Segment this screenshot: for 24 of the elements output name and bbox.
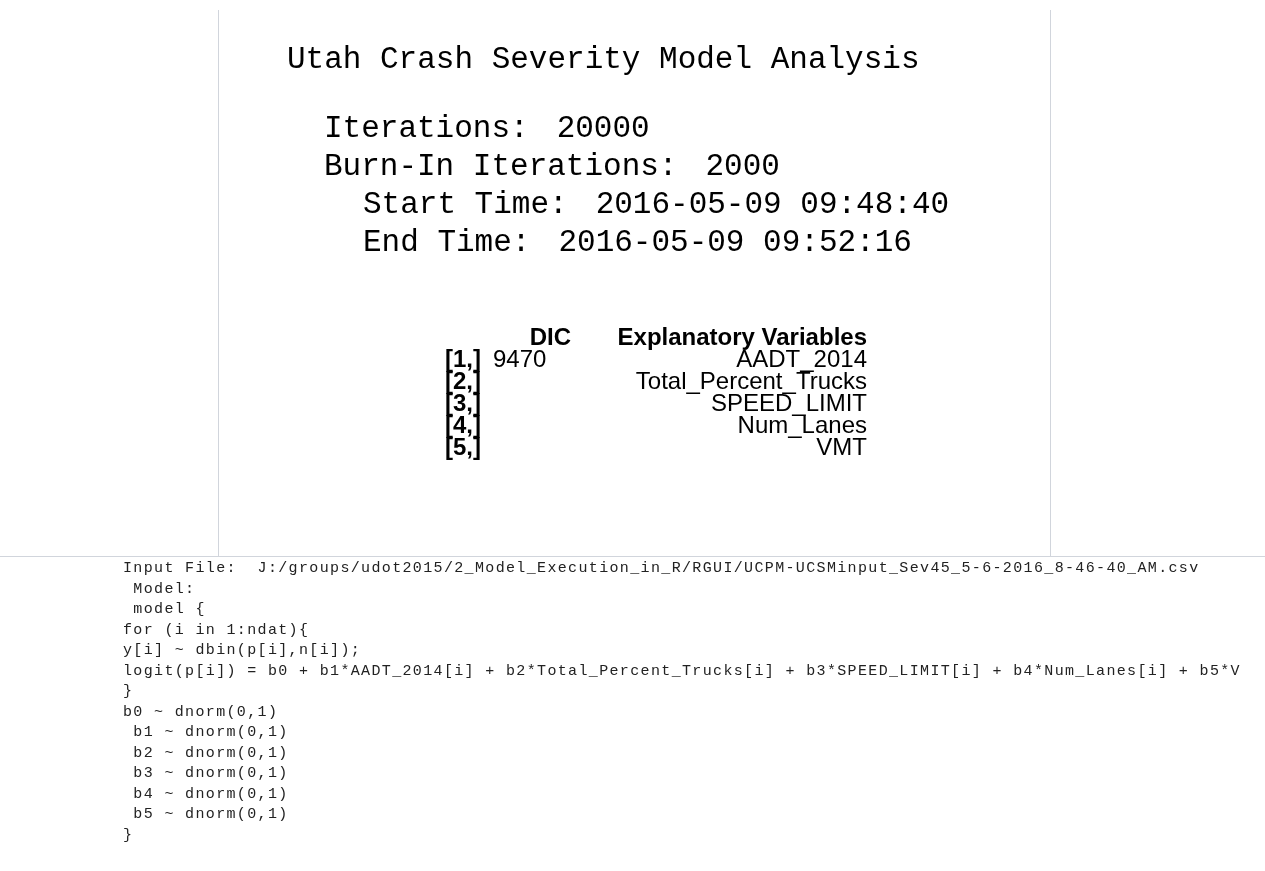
console-line: model { <box>132 600 206 620</box>
setting-value: 2016-05-09 09:48:40 <box>595 186 950 224</box>
setting-label: End Time: <box>363 224 531 262</box>
console-line: b0 ~ dnorm(0,1) <box>123 702 279 723</box>
setting-value: 20000 <box>556 110 650 148</box>
setting-label: Iterations: <box>324 110 529 148</box>
console-line: for (i in 1:ndat){ <box>123 620 310 641</box>
setting-label: Burn-In Iterations: <box>324 148 678 186</box>
console-line: } <box>123 825 134 846</box>
console-line: b4 ~ dnorm(0,1) <box>132 784 289 805</box>
setting-value: 2016-05-09 09:52:16 <box>558 224 912 262</box>
console-line: y[i] ~ dbin(p[i],n[i]); <box>123 641 362 661</box>
plot-title: Utah Crash Severity Model Analysis <box>287 41 920 79</box>
console-line: } <box>123 682 134 702</box>
console-line: logit(p[i]) = b0 + b1*AADT_2014[i] + b2*Total_Percent_Trucks[i] + b3*SPEED_LIMIT[i] + b4*Num_Lanes[i] + b5*V <box>123 661 1241 682</box>
console-line: Model: <box>132 579 196 600</box>
setting-label: Start Time: <box>363 186 568 224</box>
console-line: Input File: J:/groups/udot2015/2_Model_Execution_in_R/RGUI/UCPM-UCSMinput_Sev45_5-6-2016_8-46-40_AM.csv <box>123 559 1200 579</box>
console-line: b5 ~ dnorm(0,1) <box>132 805 289 825</box>
setting-value: 2000 <box>705 148 780 186</box>
console-line: b3 ~ dnorm(0,1) <box>132 764 289 784</box>
console-line: b2 ~ dnorm(0,1) <box>132 743 289 764</box>
table-cell: VMT <box>816 433 867 460</box>
console-line: b1 ~ dnorm(0,1) <box>132 723 289 743</box>
